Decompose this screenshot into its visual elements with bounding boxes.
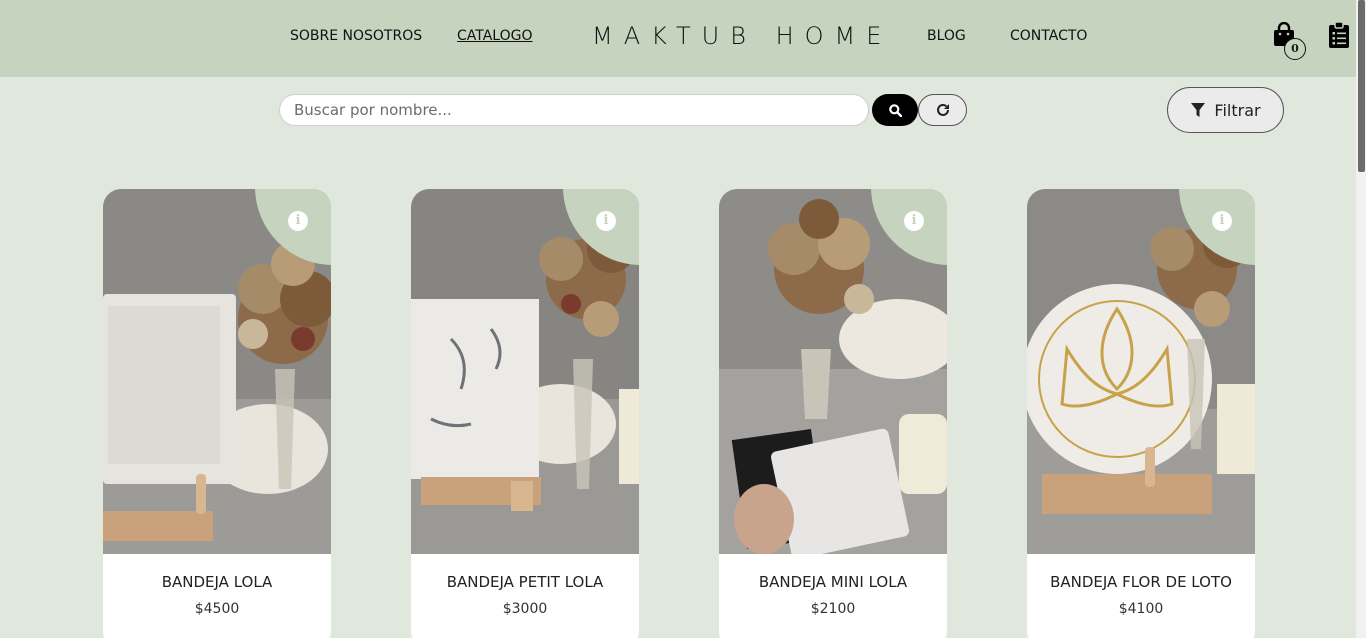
product-card[interactable]: i BANDEJA LOLA $4500	[103, 189, 331, 638]
product-card[interactable]: i BANDEJA FLOR DE LOTO $4100	[1027, 189, 1255, 638]
product-card[interactable]: i BANDEJA PETIT LOLA $3000	[411, 189, 639, 638]
reset-search-button[interactable]	[918, 94, 967, 126]
nav-catalogo[interactable]: CATALOGO	[457, 28, 533, 44]
nav-blog[interactable]: BLOG	[927, 28, 966, 44]
filter-label: Filtrar	[1214, 100, 1261, 120]
info-icon[interactable]: i	[1212, 211, 1232, 231]
product-name: BANDEJA MINI LOLA	[758, 573, 908, 591]
product-name: BANDEJA PETIT LOLA	[446, 573, 604, 591]
search-button[interactable]	[872, 94, 918, 126]
nav-contacto[interactable]: CONTACTO	[1010, 28, 1087, 44]
product-price: $3000	[502, 601, 548, 617]
site-header: SOBRE NOSOTROS CATALOGO MAKTUB HOME BLOG…	[0, 0, 1356, 77]
product-price: $4500	[194, 601, 240, 617]
product-name: BANDEJA LOLA	[161, 573, 273, 591]
info-icon[interactable]: i	[596, 211, 616, 231]
info-icon[interactable]: i	[288, 211, 308, 231]
filter-button[interactable]: Filtrar	[1167, 87, 1284, 133]
search-input[interactable]	[279, 94, 869, 126]
cart-count-badge: 0	[1284, 38, 1306, 60]
search-icon	[888, 103, 902, 117]
clipboard-list-icon[interactable]	[1328, 22, 1350, 48]
product-price: $4100	[1118, 601, 1164, 617]
scrollbar-thumb[interactable]	[1358, 0, 1365, 172]
cart-button[interactable]: 0	[1272, 22, 1306, 62]
redo-icon	[936, 103, 949, 116]
nav-sobre-nosotros[interactable]: SOBRE NOSOTROS	[290, 28, 422, 44]
brand-logo[interactable]: MAKTUB HOME	[592, 22, 892, 50]
product-price: $2100	[810, 601, 856, 617]
filter-icon	[1191, 103, 1206, 117]
product-name: BANDEJA FLOR DE LOTO	[1050, 573, 1232, 591]
product-card[interactable]: i BANDEJA MINI LOLA $2100	[719, 189, 947, 638]
info-icon[interactable]: i	[904, 211, 924, 231]
